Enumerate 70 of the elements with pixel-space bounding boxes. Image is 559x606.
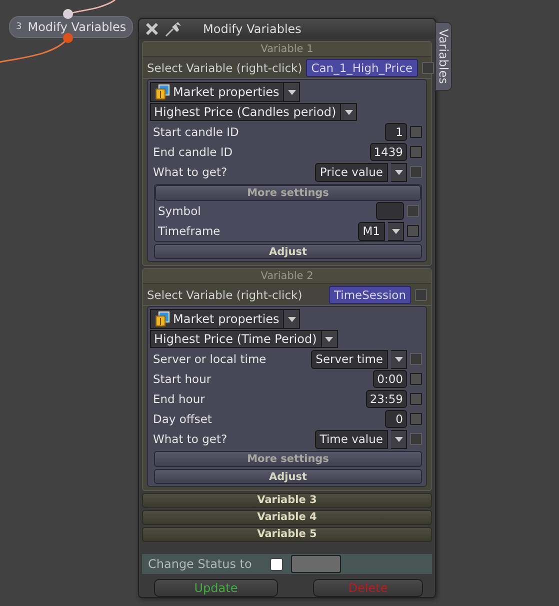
select-variable-label: Select Variable (right-click) [147,61,302,75]
number-field[interactable]: 1439 [370,143,407,161]
variable-field[interactable]: Can_1_High_Price [306,59,418,77]
category-dropdown[interactable]: Market properties [150,82,284,102]
caret-icon [288,90,296,94]
parameter-label: What to get? [153,432,228,446]
caret-icon [392,228,400,234]
status-field[interactable] [290,555,341,573]
node-label: Modify Variables [28,20,126,34]
value-dropdown[interactable]: M1 [358,222,385,240]
dropdown-arrow-button[interactable] [284,309,300,329]
number-field[interactable]: 23:59 [366,390,407,408]
graph-node[interactable]: 3 Modify Variables [9,16,134,38]
checkbox[interactable] [410,146,422,158]
parameter-label: End candle ID [153,145,234,159]
caret-icon [394,356,402,362]
checkbox[interactable] [410,413,422,425]
dropdown-arrow-button[interactable] [284,82,300,102]
text-field[interactable] [376,202,404,220]
parameter-label: Timeframe [158,224,222,238]
close-icon[interactable] [145,22,159,36]
select-variable-label: Select Variable (right-click) [147,288,304,302]
section-header[interactable]: Variable 5 [142,527,432,542]
output-port-icon[interactable] [63,33,73,43]
parameter-label: Day offset [153,412,213,426]
update-button[interactable]: Update [154,579,278,597]
number-field[interactable]: 1 [385,123,407,141]
caret-icon [288,316,296,322]
status-checkbox[interactable] [270,558,283,570]
node-number: 3 [16,22,22,32]
parameter-label: End hour [153,392,206,406]
adjust-button[interactable]: Adjust [154,469,422,484]
checkbox[interactable] [410,126,422,138]
more-settings-header[interactable]: More settings [155,185,421,201]
caret-icon [325,336,334,342]
dropdown-arrow-button[interactable] [391,350,407,368]
parameter-label: What to get? [153,165,228,179]
status-label: Change Status to [148,557,252,571]
checkbox[interactable] [410,373,422,385]
section-header[interactable]: Variable 3 [142,493,432,508]
checkbox[interactable] [410,393,422,405]
checkbox[interactable] [407,225,419,237]
function-dropdown[interactable]: Highest Price (Candles period) [150,103,342,121]
value-dropdown[interactable]: Server time [310,350,388,368]
number-field[interactable]: 0:00 [373,370,407,388]
variables-tab[interactable]: Variables [435,22,452,91]
category-dropdown[interactable]: Market properties [150,309,284,329]
function-dropdown[interactable]: Highest Price (Time Period) [150,330,322,348]
parameter-label: Start candle ID [153,125,240,139]
dropdown-arrow-button[interactable] [391,430,407,448]
section-header[interactable]: Variable 4 [142,510,432,525]
value-dropdown[interactable]: Price value [314,162,388,182]
parameter-label: Start hour [153,372,212,386]
window-title: Modify Variables [203,22,302,36]
caret-icon [344,110,353,114]
dropdown-arrow-button[interactable] [391,162,407,182]
more-settings-header[interactable]: More settings [154,451,422,467]
number-field[interactable]: 0 [385,410,407,428]
input-port-icon[interactable] [63,9,73,19]
pin-icon[interactable] [165,21,183,37]
caret-icon [394,436,402,442]
value-dropdown[interactable]: Time value [314,430,388,448]
dropdown-arrow-button[interactable] [341,103,358,121]
adjust-button[interactable]: Adjust [154,244,422,259]
dropdown-arrow-button[interactable] [322,330,338,348]
dropdown-arrow-button[interactable] [388,222,404,240]
parameter-label: Symbol [158,204,202,218]
variable-field[interactable]: TimeSession [328,286,411,304]
parameter-label: Server or local time [153,352,268,366]
caret-icon [394,170,402,174]
